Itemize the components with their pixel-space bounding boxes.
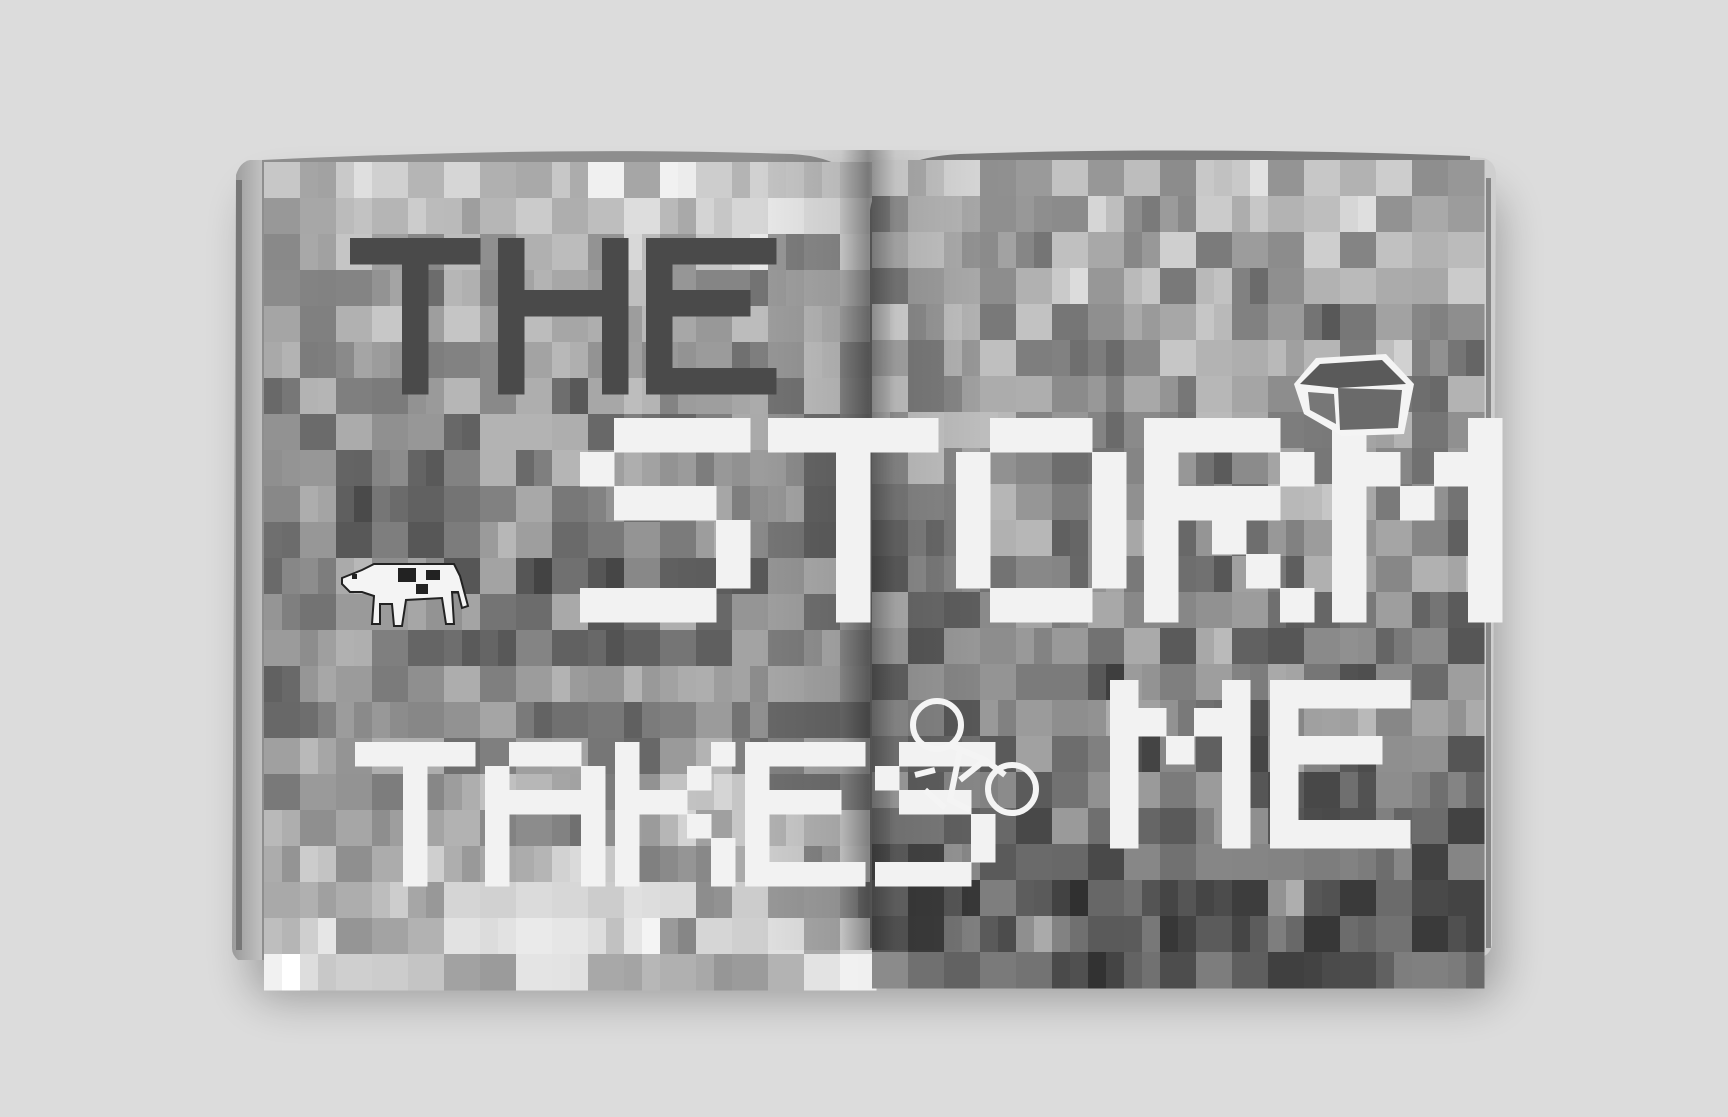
book-spread: THESTORMTAKESME xyxy=(232,150,1503,1000)
